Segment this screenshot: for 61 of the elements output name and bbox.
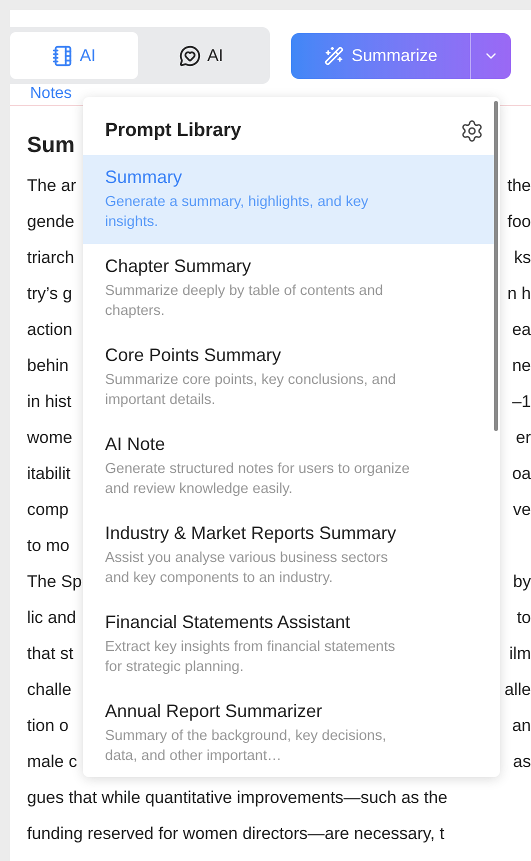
article-text-fragment: try’s g	[27, 283, 72, 305]
prompt-title: Industry & Market Reports Summary	[105, 522, 398, 544]
article-text-line: funding reserved for women directors—are necessary, t	[27, 823, 444, 845]
article-text-fragment: n h	[507, 283, 531, 305]
article-text-fragment: behin	[27, 355, 69, 377]
chat-icon	[179, 44, 202, 66]
article-text-fragment: that st	[27, 643, 74, 665]
article-text-fragment: er	[516, 427, 531, 449]
prompt-description: Assist you analyse various business sectors and key components to an industry.	[105, 548, 389, 588]
article-text-fragment: tion o	[27, 715, 69, 737]
article-text-fragment: an	[512, 715, 531, 737]
prompt-item[interactable]: Chapter Summary Summarize deeply by table of contents and chapters.	[83, 244, 495, 332]
prompt-title: Financial Statements Assistant	[105, 610, 352, 634]
prompt-title: AI Note	[105, 432, 166, 456]
tab-sublabel: Notes	[30, 84, 72, 104]
article-text-fragment: action	[27, 319, 72, 341]
article-text-fragment: as	[513, 751, 531, 773]
article-text-fragment: challe	[27, 679, 72, 701]
article-text-fragment: ea	[512, 319, 531, 341]
tab[interactable]: AI	[10, 32, 138, 79]
article-heading: Sum	[27, 131, 75, 159]
prompt-description: Generate a summary, highlights, and key insights.	[105, 192, 370, 232]
article-text-fragment: –1	[512, 391, 531, 413]
article-text-fragment: to	[516, 607, 531, 629]
article-text-fragment: in hist	[27, 391, 72, 413]
prompt-description: Summarize deeply by table of contents and chapters.	[105, 282, 384, 320]
article-text-fragment: oa	[512, 463, 531, 485]
menu-title: Prompt Library	[105, 119, 242, 143]
prompt-description: Summarize core points, key conclusions, and important details.	[105, 370, 397, 410]
article-text-fragment: comp	[27, 499, 69, 521]
notebook-icon	[52, 44, 74, 66]
prompt-description: Generate structured notes for users to organize and review knowledge easily.	[105, 460, 410, 498]
prompt-description: Extract key insights from financial statements for strategic planning.	[105, 638, 396, 676]
article-text-line: gues that while quantitative improvements—such as the	[27, 787, 448, 809]
article-text-fragment: by	[513, 571, 531, 593]
article-text-fragment: The ar	[27, 175, 76, 197]
prompt-title: Chapter Summary	[105, 254, 252, 278]
article-text-fragment: triarch	[27, 247, 74, 269]
article-text-fragment: male c	[27, 751, 78, 773]
article-text-fragment: lic and	[27, 607, 76, 629]
article-text-fragment: ks	[514, 247, 531, 269]
article-text-fragment: gende	[27, 211, 74, 233]
magic-wand-icon	[324, 46, 344, 66]
article-text-fragment: to mo	[27, 535, 70, 557]
article-text-fragment: foo	[507, 211, 531, 233]
prompt-title: Core Points Summary	[105, 344, 282, 366]
article-text-fragment: wome	[27, 427, 72, 449]
article-text-fragment: ve	[513, 499, 531, 521]
article-text-fragment: alle	[504, 679, 531, 701]
tab[interactable]: AI	[138, 32, 265, 79]
article-text-fragment: the	[507, 175, 531, 197]
article-text-fragment: The Sp	[27, 571, 82, 593]
article-text-fragment: ilm	[509, 643, 531, 665]
prompt-item[interactable]: Annual Report Summarizer Summary of the background, key decisions, data, and other important…	[83, 688, 495, 777]
settings-icon[interactable]	[460, 119, 484, 144]
prompt-description: Summary of the background, key decisions, data, and other important…	[105, 726, 388, 766]
summarize-button[interactable]: Summarize	[291, 32, 470, 78]
prompt-title: Annual Report Summarizer	[105, 700, 324, 722]
article-text-fragment: ne	[512, 355, 531, 377]
article-text-fragment: itabilit	[27, 463, 70, 485]
prompt-title: Summary	[105, 166, 184, 188]
